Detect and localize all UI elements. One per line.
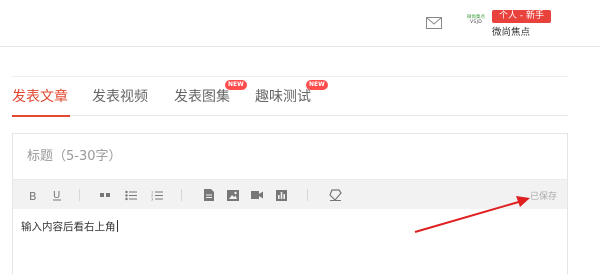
content-editor[interactable]: 输入内容后看右上角 xyxy=(13,209,567,274)
bold-icon[interactable]: B xyxy=(25,187,41,203)
text-caret xyxy=(116,220,118,232)
numbered-list-icon[interactable]: 123 xyxy=(149,187,165,203)
user-level-badge[interactable]: 个人 - 新手 xyxy=(492,10,551,23)
active-tab-underline xyxy=(12,115,70,117)
tab-publish-video[interactable]: 发表视频 xyxy=(92,86,148,106)
top-header: 微尚集点 VSJD 个人 - 新手 微尚焦点 xyxy=(0,0,600,47)
quote-icon[interactable] xyxy=(97,187,113,203)
document-icon[interactable] xyxy=(201,187,217,203)
toolbar-divider xyxy=(181,189,182,201)
toolbar-divider xyxy=(307,189,308,201)
image-icon[interactable] xyxy=(225,187,241,203)
logo-text-bottom: VSJD xyxy=(470,20,482,25)
svg-text:B: B xyxy=(29,190,37,201)
new-badge: NEW xyxy=(306,80,328,90)
site-logo[interactable]: 微尚集点 VSJD xyxy=(461,15,491,26)
underline-icon[interactable]: U xyxy=(49,187,65,203)
toolbar-divider xyxy=(79,189,80,201)
mail-icon[interactable] xyxy=(426,14,442,29)
bullet-list-icon[interactable] xyxy=(123,187,139,203)
user-name[interactable]: 微尚焦点 xyxy=(492,24,530,38)
new-badge: NEW xyxy=(225,80,247,90)
editor-toolbar: B U 123 已保存 xyxy=(13,179,567,209)
tab-publish-article[interactable]: 发表文章 xyxy=(12,86,68,106)
article-editor: B U 123 已保存 输入 xyxy=(12,133,568,274)
video-icon[interactable] xyxy=(249,187,265,203)
svg-text:3: 3 xyxy=(151,197,153,201)
svg-text:U: U xyxy=(53,190,60,201)
content-text: 输入内容后看右上角 xyxy=(21,221,116,233)
title-input[interactable] xyxy=(13,134,567,179)
save-status: 已保存 xyxy=(529,192,557,202)
clear-format-icon[interactable] xyxy=(327,187,343,203)
tab-publish-gallery[interactable]: 发表图集 xyxy=(174,86,230,106)
publish-tabs: 发表文章 发表视频 发表图集 NEW 趣味测试 NEW xyxy=(12,76,568,117)
tab-fun-quiz[interactable]: 趣味测试 xyxy=(255,86,311,106)
chart-icon[interactable] xyxy=(273,187,289,203)
